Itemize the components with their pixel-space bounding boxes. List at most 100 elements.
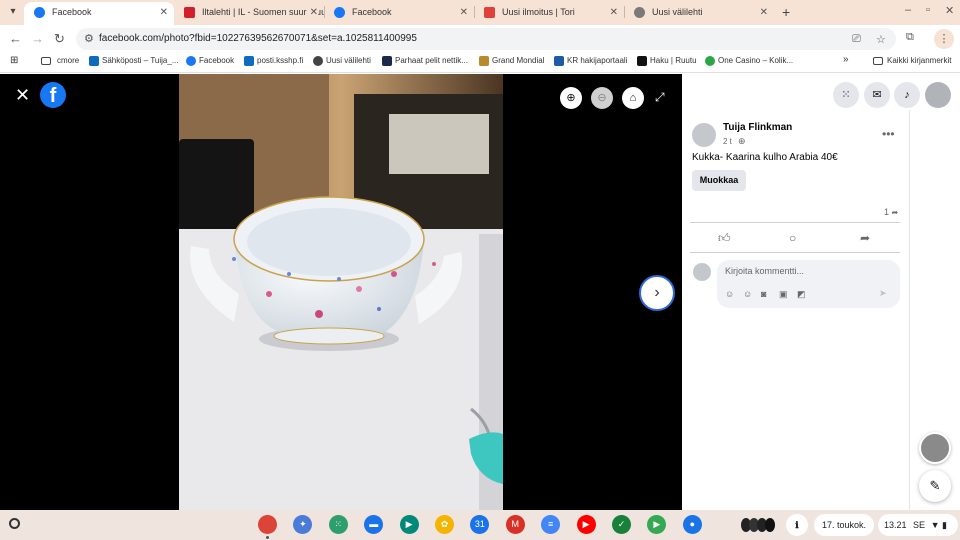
bookmark-one-casino[interactable]: One Casino – Kolik... (705, 56, 793, 66)
outlook-icon (89, 56, 99, 66)
running-indicator (266, 536, 269, 539)
bookmark-kr-hakijaportaali[interactable]: KR hakijaportaali (554, 56, 627, 66)
messages-icon[interactable]: ● (682, 515, 702, 534)
launcher-icon[interactable] (9, 518, 20, 529)
author-avatar[interactable] (692, 123, 716, 147)
cast-icon[interactable]: ⎚ (852, 33, 861, 46)
new-message-icon[interactable]: ✎ (919, 470, 951, 502)
reload-icon[interactable]: ↻ (54, 31, 65, 47)
more-options-icon[interactable]: ••• (882, 127, 895, 141)
commenter-avatar[interactable] (693, 263, 711, 281)
author-name[interactable]: Tuija Flinkman (723, 122, 792, 133)
bookmark-posti[interactable]: posti.ksshp.fi (244, 56, 303, 66)
info-icon[interactable]: ℹ (786, 514, 808, 536)
close-icon[interactable]: ✕ (160, 2, 168, 23)
extensions-icon[interactable]: ⧉ (906, 31, 914, 44)
date-label[interactable]: 17. toukok. (814, 514, 874, 536)
bookmark-star-icon[interactable]: ☆ (876, 33, 886, 46)
close-icon[interactable]: ✕ (460, 2, 468, 23)
close-icon[interactable]: ✕ (306, 2, 318, 23)
gemini-icon[interactable]: ✦ (293, 515, 313, 534)
post-time[interactable]: 2 t (723, 137, 732, 146)
divider (690, 252, 900, 253)
folder-icon (41, 57, 51, 65)
close-viewer-icon[interactable]: ✕ (15, 85, 30, 106)
play-store-icon[interactable]: ▶ (647, 515, 667, 534)
all-bookmarks-folder[interactable]: Kaikki kirjanmerkit (873, 56, 951, 65)
bookmark-facebook[interactable]: Facebook (186, 56, 234, 66)
notifications-bell-icon[interactable]: ♪ (894, 82, 920, 108)
bookmark-sahkoposti[interactable]: Sähköposti – Tuija_... (89, 56, 179, 66)
bookmark-cmore[interactable]: cmore (41, 56, 79, 65)
restore-icon[interactable]: ▫ (926, 4, 930, 16)
share-arrow-icon: ➦ (891, 208, 899, 217)
facebook-icon (186, 56, 196, 66)
docs-icon[interactable]: ≡ (541, 515, 561, 534)
facebook-logo-icon[interactable]: f (40, 82, 66, 108)
address-bar[interactable]: ⚙ facebook.com/photo?fbid=10227639562670… (76, 28, 896, 50)
share-icon[interactable]: ➦ (860, 231, 870, 245)
tab-search-icon[interactable]: ▾ (6, 5, 20, 19)
camera-icon[interactable]: ◙ (761, 289, 766, 299)
app-launcher-icon[interactable]: ⁙ (328, 515, 348, 534)
tag-icon[interactable]: ⌂ (622, 87, 644, 109)
site-info-icon[interactable]: ⚙ (84, 32, 94, 45)
bookmarks-overflow-icon[interactable]: » (843, 54, 849, 65)
avatar-sticker-icon[interactable]: ☺ (725, 289, 734, 299)
bookmark-haku-ruutu[interactable]: Haku | Ruutu (637, 56, 697, 66)
tab-title: Uusi ilmoitus | Tori (502, 7, 575, 17)
zoom-out-icon[interactable]: ⊖ (591, 87, 613, 109)
os-shelf: ✦ ⁙ ▬ ▶ ✿ 31 M ≡ ▶ ✓ ▶ ● ℹ 17. toukok. 13.21 SE ▼ ▮ (0, 510, 960, 540)
sticker-icon[interactable]: ◩ (797, 289, 806, 300)
photos-icon[interactable]: ✿ (435, 515, 454, 534)
facebook-icon (334, 7, 345, 18)
calendar-icon[interactable]: 31 (470, 515, 490, 534)
window-close-icon[interactable]: ✕ (945, 4, 954, 17)
tab-new-tab[interactable]: Uusi välilehti ✕ (624, 2, 774, 25)
comment-input[interactable]: Kirjoita kommentti... ☺ ☺ ◙ ▣ ◩ ➤ (717, 260, 900, 308)
gif-icon[interactable]: ▣ (779, 289, 788, 300)
emoji-icon[interactable]: ☺ (743, 289, 752, 299)
bookmark-parhaat-pelit[interactable]: Parhaat pelit nettik... (382, 56, 468, 66)
folder-icon (873, 57, 883, 65)
meet-icon[interactable]: ▶ (399, 515, 419, 534)
back-arrow-icon[interactable]: ← (9, 31, 22, 46)
post-photo (179, 74, 503, 510)
close-icon[interactable]: ✕ (760, 2, 768, 23)
tab-strip: ▾ Facebook ✕ Iltalehti | IL - Suomen suu… (0, 0, 960, 25)
wifi-icon: ▼ (930, 520, 940, 530)
tab-iltalehti[interactable]: Iltalehti | IL - Suomen suurin uu ✕ (174, 2, 324, 25)
browser-menu-icon[interactable]: ⋮ (934, 29, 954, 49)
account-avatar[interactable] (925, 82, 951, 108)
youtube-icon[interactable]: ▶ (576, 515, 596, 534)
avatars-tray-icon[interactable] (737, 514, 779, 536)
tab-facebook-2[interactable]: Facebook ✕ (324, 2, 474, 25)
bookmark-uusi-valilehti[interactable]: Uusi välilehti (313, 56, 371, 66)
send-icon[interactable]: ➤ (879, 288, 887, 299)
sheets-icon[interactable]: ✓ (612, 515, 631, 534)
bookmark-grand-mondial[interactable]: Grand Mondial (479, 56, 544, 66)
share-count[interactable]: 1 ➦ (884, 207, 898, 217)
post-details-panel: ⁙ ✉ ♪ Tuija Flinkman 2 t ⊕ ••• Kukka- Ka… (682, 74, 960, 510)
gmail-icon[interactable]: M (505, 515, 525, 534)
status-area[interactable]: 13.21 SE ▼ ▮ (878, 514, 958, 536)
next-photo-button[interactable]: › (639, 275, 675, 311)
edit-button[interactable]: Muokkaa (692, 170, 746, 191)
like-icon[interactable]: 👍︎ (718, 231, 731, 246)
minimize-icon[interactable]: – (905, 4, 911, 16)
panel-scrollbar[interactable] (909, 110, 910, 510)
tab-tori[interactable]: Uusi ilmoitus | Tori ✕ (474, 2, 624, 25)
close-icon[interactable]: ✕ (610, 2, 618, 23)
check-icon (382, 56, 392, 66)
files-icon[interactable]: ▬ (364, 515, 384, 534)
chrome-icon[interactable] (258, 515, 277, 534)
menu-grid-icon[interactable]: ⁙ (833, 82, 859, 108)
messenger-icon[interactable]: ✉ (864, 82, 890, 108)
chat-head-avatar[interactable] (919, 432, 951, 464)
new-tab-plus-icon[interactable]: + (782, 4, 790, 20)
tab-facebook[interactable]: Facebook ✕ (24, 2, 174, 25)
zoom-in-icon[interactable]: ⊕ (560, 87, 582, 109)
forward-arrow-icon[interactable]: → (31, 31, 44, 46)
comment-icon[interactable]: ○ (789, 231, 796, 245)
fullscreen-icon[interactable]: ⤢ (655, 90, 665, 105)
